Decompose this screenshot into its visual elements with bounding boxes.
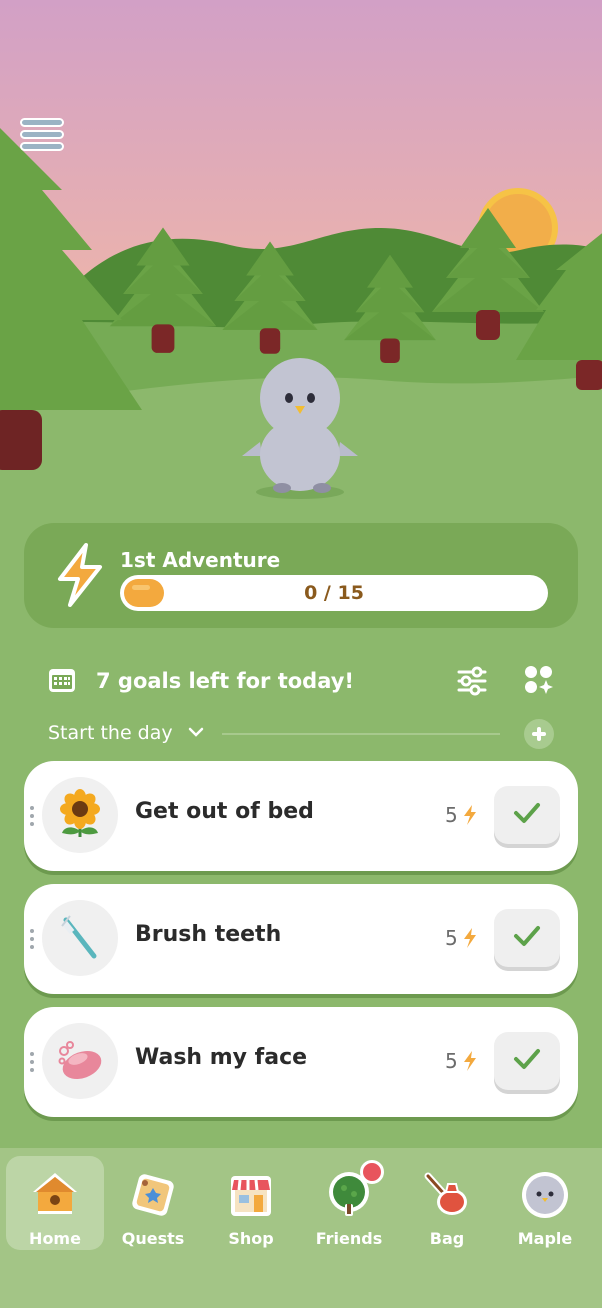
bag-bundle-icon — [424, 1172, 467, 1215]
complete-task-button[interactable] — [494, 786, 560, 844]
task-points: 5 — [445, 1049, 458, 1073]
nav-label: Home — [29, 1229, 81, 1248]
divider — [222, 733, 500, 735]
section-dropdown[interactable]: Start the day — [48, 722, 173, 744]
drag-handle-icon[interactable] — [30, 1052, 36, 1074]
checkmark-icon — [514, 803, 540, 823]
task-icon-bubble — [42, 777, 118, 853]
nav-bag[interactable]: Bag — [398, 1156, 496, 1250]
nav-label: Maple — [517, 1229, 573, 1248]
chevron-down-icon — [188, 727, 204, 737]
nav-home[interactable]: Home — [6, 1156, 104, 1250]
nav-label: Shop — [228, 1229, 274, 1248]
task-label: Get out of bed — [135, 799, 314, 824]
widgets-icon[interactable] — [524, 665, 554, 695]
lightning-icon — [464, 928, 476, 948]
nav-maple[interactable]: Maple — [496, 1156, 594, 1250]
task-label: Wash my face — [135, 1045, 308, 1070]
nav-label: Bag — [429, 1229, 465, 1248]
maple-bird-icon — [522, 1172, 568, 1218]
quest-scroll-icon — [132, 1174, 174, 1216]
notification-badge — [360, 1160, 384, 1184]
menu-icon-line — [20, 130, 64, 139]
forest-scene — [0, 0, 602, 520]
menu-button[interactable] — [20, 118, 64, 152]
nav-label: Quests — [121, 1229, 185, 1248]
shop-store-icon — [231, 1176, 271, 1216]
menu-icon-line — [20, 142, 64, 151]
goals-header: 7 goals left for today! — [48, 664, 556, 698]
lightning-icon — [58, 543, 102, 607]
toothbrush-icon — [61, 915, 97, 959]
adventure-progress-text: 0 / 15 — [304, 582, 364, 604]
drag-handle-icon[interactable] — [30, 929, 36, 951]
nav-friends[interactable]: Friends — [300, 1156, 398, 1250]
complete-task-button[interactable] — [494, 1032, 560, 1090]
task-card[interactable]: Brush teeth 5 — [24, 884, 578, 994]
lightning-icon — [464, 1051, 476, 1071]
nav-quests[interactable]: Quests — [104, 1156, 202, 1250]
checkmark-icon — [514, 1049, 540, 1069]
task-icon-bubble — [42, 1023, 118, 1099]
lightning-icon — [464, 805, 476, 825]
complete-task-button[interactable] — [494, 909, 560, 967]
task-card[interactable]: Wash my face 5 — [24, 1007, 578, 1117]
forest-illustration — [0, 0, 602, 520]
filter-sliders-icon[interactable] — [456, 666, 488, 696]
add-goal-button[interactable] — [524, 719, 554, 749]
sunflower-icon — [60, 789, 100, 837]
section-row: Start the day — [48, 718, 556, 750]
task-label: Brush teeth — [135, 922, 282, 947]
drag-handle-icon[interactable] — [30, 806, 36, 828]
bottom-navigation: Home Quests Shop Friends Bag Maple — [0, 1148, 602, 1308]
task-points: 5 — [445, 926, 458, 950]
calendar-icon — [49, 669, 75, 692]
soap-icon — [58, 1041, 102, 1080]
checkmark-icon — [514, 926, 540, 946]
task-points: 5 — [445, 803, 458, 827]
adventure-progress-bar: 0 / 15 — [120, 575, 548, 611]
nav-label: Friends — [315, 1229, 383, 1248]
menu-icon — [20, 118, 64, 127]
goals-left-title: 7 goals left for today! — [96, 669, 355, 693]
home-birdhouse-icon — [33, 1173, 77, 1214]
nav-shop[interactable]: Shop — [202, 1156, 300, 1250]
task-card[interactable]: Get out of bed 5 — [24, 761, 578, 871]
adventure-panel: 1st Adventure 0 / 15 — [24, 523, 578, 628]
task-icon-bubble — [42, 900, 118, 976]
adventure-title: 1st Adventure — [120, 548, 281, 572]
